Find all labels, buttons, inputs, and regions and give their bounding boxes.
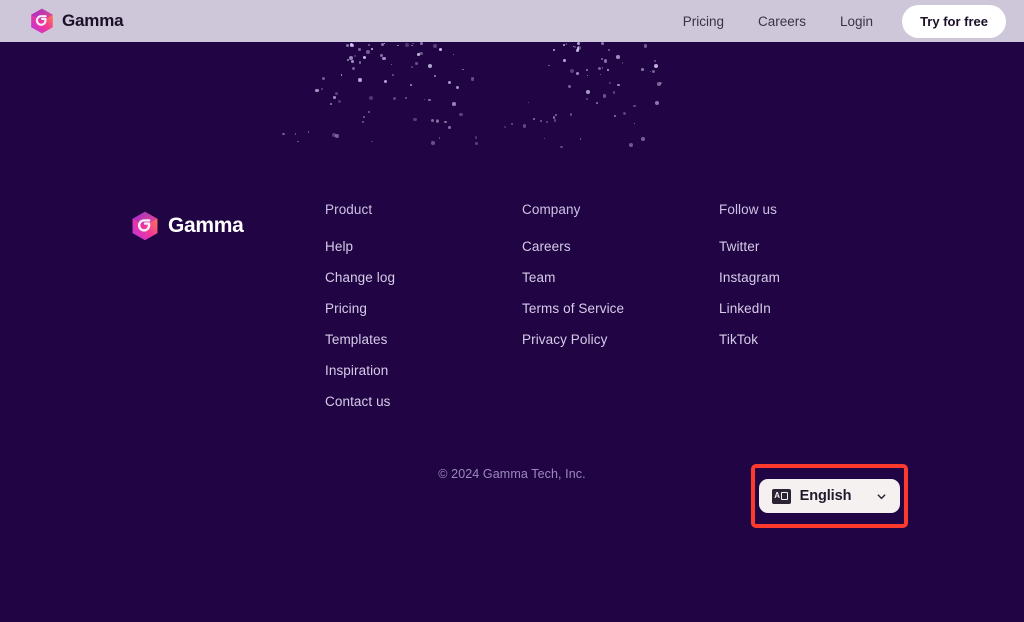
footer-link-terms-of-service[interactable]: Terms of Service (522, 301, 719, 316)
header-brand[interactable]: Gamma (30, 8, 124, 34)
language-selector-highlight: A English (751, 464, 908, 528)
language-selector-value: English (799, 488, 852, 504)
footer-link-pricing[interactable]: Pricing (325, 301, 522, 316)
gamma-logo-icon (131, 211, 159, 241)
translate-icon: A (771, 488, 791, 504)
try-for-free-button[interactable]: Try for free (902, 4, 1006, 38)
footer-columns: Gamma Product Help Change log Pricing Te… (0, 202, 1024, 409)
footer-link-contact-us[interactable]: Contact us (325, 394, 522, 409)
footer-link-instagram[interactable]: Instagram (719, 270, 916, 285)
footer-column-company: Company Careers Team Terms of Service Pr… (522, 202, 719, 409)
header-brand-name: Gamma (62, 11, 124, 30)
nav-item-careers[interactable]: Careers (741, 8, 823, 35)
footer-column-title: Company (522, 202, 581, 217)
footer-link-careers[interactable]: Careers (522, 239, 719, 254)
site-footer: Gamma Product Help Change log Pricing Te… (0, 42, 1024, 622)
gamma-logo-icon (30, 8, 54, 34)
nav-item-pricing[interactable]: Pricing (666, 8, 741, 35)
footer-column-title: Follow us (719, 202, 777, 217)
site-header: Gamma Pricing Careers Login Try for free (0, 0, 1024, 42)
footer-link-linkedin[interactable]: LinkedIn (719, 301, 916, 316)
language-selector-button[interactable]: A English (758, 479, 901, 513)
footer-column-title: Product (325, 202, 373, 217)
footer-link-team[interactable]: Team (522, 270, 719, 285)
footer-brand-name: Gamma (168, 214, 244, 237)
footer-link-inspiration[interactable]: Inspiration (325, 363, 522, 378)
header-nav: Pricing Careers Login Try for free (666, 4, 1006, 38)
footer-column-product: Product Help Change log Pricing Template… (325, 202, 522, 409)
chevron-down-icon (877, 493, 886, 499)
nav-item-login[interactable]: Login (823, 8, 890, 35)
footer-brand[interactable]: Gamma (131, 202, 325, 409)
footer-link-privacy-policy[interactable]: Privacy Policy (522, 332, 719, 347)
footer-link-tiktok[interactable]: TikTok (719, 332, 916, 347)
footer-link-help[interactable]: Help (325, 239, 522, 254)
footer-link-twitter[interactable]: Twitter (719, 239, 916, 254)
footer-column-follow-us: Follow us Twitter Instagram LinkedIn Tik… (719, 202, 916, 409)
footer-link-change-log[interactable]: Change log (325, 270, 522, 285)
footer-link-templates[interactable]: Templates (325, 332, 522, 347)
